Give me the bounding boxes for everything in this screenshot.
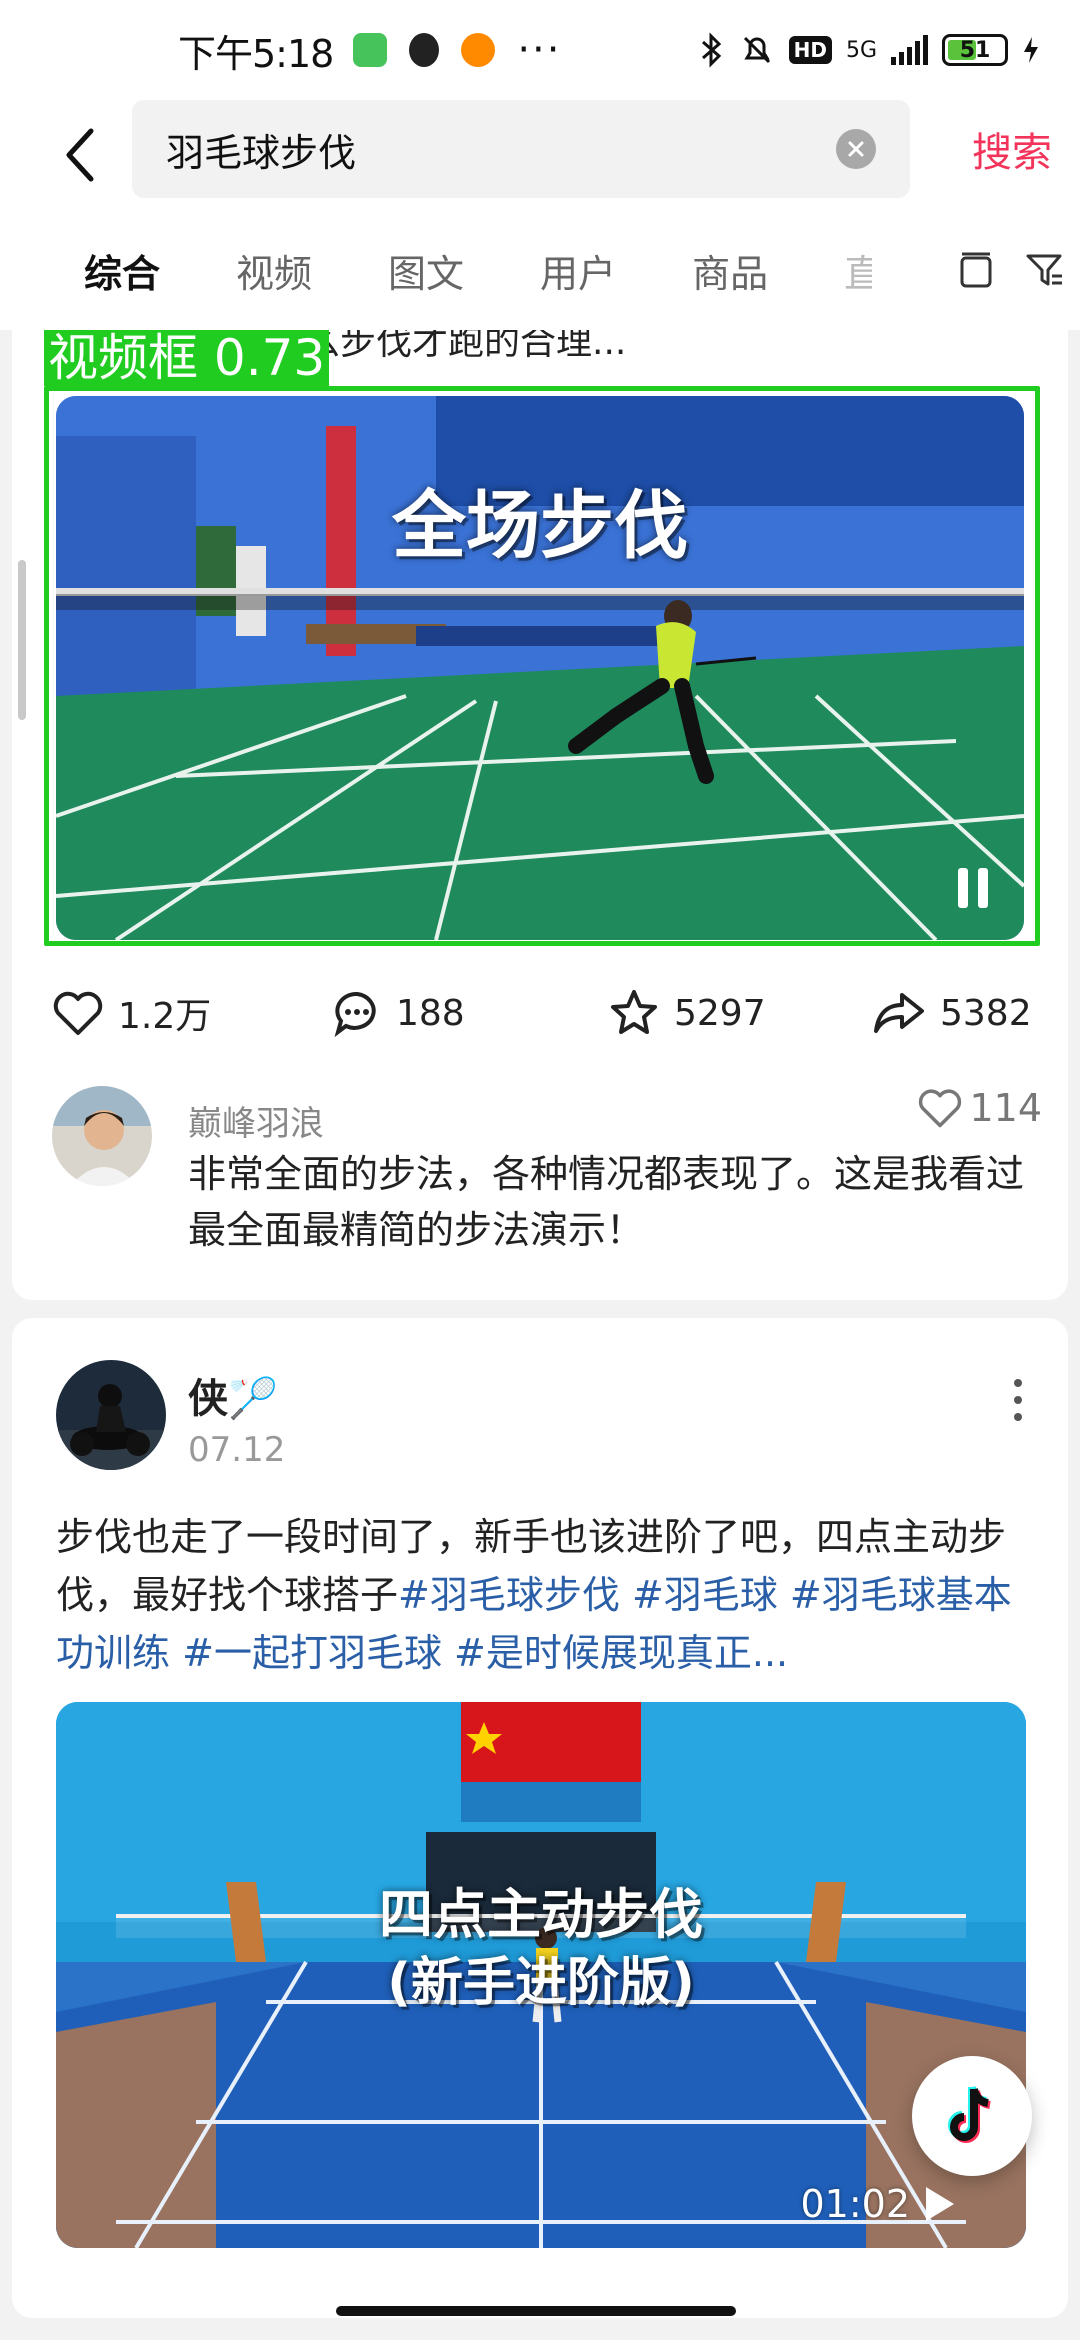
- search-button[interactable]: 搜索: [972, 120, 1052, 178]
- comment-username[interactable]: 巅峰羽浪: [188, 1096, 324, 1145]
- comment-button[interactable]: 188: [332, 988, 465, 1038]
- heart-icon: [53, 991, 103, 1035]
- video-overlay-line1: 四点主动步伐: [379, 1883, 703, 1946]
- video-detection-label: 视频框 0.73: [44, 330, 330, 386]
- tiktok-logo-icon: [948, 2086, 991, 2143]
- clear-search-button[interactable]: [836, 129, 876, 169]
- filter-icon[interactable]: [1024, 250, 1066, 292]
- signal-icon: [891, 35, 928, 65]
- tab-comprehensive[interactable]: 综合: [84, 243, 160, 298]
- battery-level: 51: [959, 37, 991, 63]
- home-indicator[interactable]: [336, 2306, 736, 2316]
- search-input[interactable]: [166, 127, 836, 171]
- favorite-button[interactable]: 5297: [608, 988, 766, 1038]
- status-right: HD 5G 51: [699, 32, 1040, 68]
- post-text: 步伐也走了一段时间了，新手也该进阶了吧，四点主动步伐，最好找个球搭子#羽毛球步伐…: [56, 1508, 1026, 1682]
- hashtag[interactable]: #是时候展现真正...: [454, 1631, 788, 1675]
- back-button[interactable]: [46, 120, 116, 190]
- comment-count: 188: [396, 992, 465, 1034]
- tab-video[interactable]: 视频: [236, 243, 312, 298]
- video-overlay-line2: (新手进阶版): [387, 1953, 695, 2013]
- author-name-text: 侠🏸: [188, 1376, 278, 1422]
- more-notifications-icon: ···: [517, 27, 562, 73]
- qq-icon: [409, 33, 440, 67]
- hd-badge: HD: [788, 36, 832, 64]
- filter-tabs: 综合 视频 图文 用户 商品 直: [0, 210, 1080, 330]
- result-card-1[interactable]: 打什么球该用什么步伐才跑的合理... 全场步伐 视频框 0.73 1.2万 18…: [12, 330, 1068, 1300]
- share-arrow-icon: [874, 993, 924, 1033]
- tab-image-text[interactable]: 图文: [388, 243, 464, 298]
- hashtag[interactable]: #羽毛球: [632, 1573, 778, 1617]
- play-icon: [926, 2187, 954, 2221]
- tab-live[interactable]: 直: [844, 243, 872, 298]
- share-count: 5382: [940, 992, 1032, 1034]
- scrollbar[interactable]: [18, 560, 26, 720]
- comment-like-button[interactable]: 114: [917, 1086, 1042, 1130]
- comment-icon: [334, 991, 376, 1038]
- network-type: 5G: [845, 37, 877, 63]
- tiktok-float-button[interactable]: [912, 2056, 1032, 2176]
- result-card-2[interactable]: 侠🏸 07.12 步伐也走了一段时间了，新手也该进阶了吧，四点主动步伐，最好找个…: [12, 1318, 1068, 2318]
- hashtag[interactable]: #羽毛球步伐: [398, 1573, 620, 1617]
- tab-users[interactable]: 用户: [540, 243, 616, 298]
- like-count: 1.2万: [118, 996, 212, 1037]
- star-icon: [611, 990, 657, 1034]
- status-bar: 下午5:18 ··· HD 5G 51: [0, 0, 1080, 100]
- chevron-left-icon: [66, 128, 94, 182]
- tab-products[interactable]: 商品: [692, 243, 768, 298]
- battery-icon: 51: [942, 34, 1008, 66]
- author-name[interactable]: 侠🏸: [188, 1366, 278, 1424]
- charging-icon: [1024, 37, 1038, 63]
- avatar[interactable]: [52, 1086, 152, 1186]
- video-thumbnail[interactable]: 四点主动步伐 (新手进阶版) 01:02: [56, 1702, 1026, 2248]
- mute-bell-icon: [743, 36, 770, 64]
- video-detection-box: [44, 386, 1040, 946]
- close-icon: [848, 141, 864, 157]
- favorite-count: 5297: [674, 992, 766, 1034]
- heart-icon: [919, 1089, 962, 1128]
- status-time: 下午5:18: [178, 31, 334, 76]
- duration-text: 01:02: [800, 2182, 910, 2226]
- search-box[interactable]: [132, 100, 910, 198]
- like-button[interactable]: 1.2万: [52, 987, 211, 1039]
- action-bar: 1.2万 188 5297 5382: [52, 978, 1042, 1048]
- bluetooth-icon: [701, 32, 721, 68]
- post-date: 07.12: [188, 1430, 286, 1470]
- avatar[interactable]: [56, 1360, 166, 1470]
- hashtag[interactable]: #一起打羽毛球: [182, 1631, 442, 1675]
- search-header: 搜索: [0, 100, 1080, 210]
- video-duration: 01:02: [800, 2182, 958, 2226]
- wechat-icon: [353, 33, 388, 67]
- share-button[interactable]: 5382: [872, 989, 1032, 1037]
- more-options-button[interactable]: [998, 1370, 1038, 1430]
- comment-like-count: 114: [969, 1086, 1042, 1130]
- layout-toggle-icon[interactable]: [956, 250, 996, 292]
- 58-app-icon: [461, 33, 496, 67]
- comment-text: 非常全面的步法，各种情况都表现了。这是我看过最全面最精简的步法演示！: [188, 1152, 1025, 1252]
